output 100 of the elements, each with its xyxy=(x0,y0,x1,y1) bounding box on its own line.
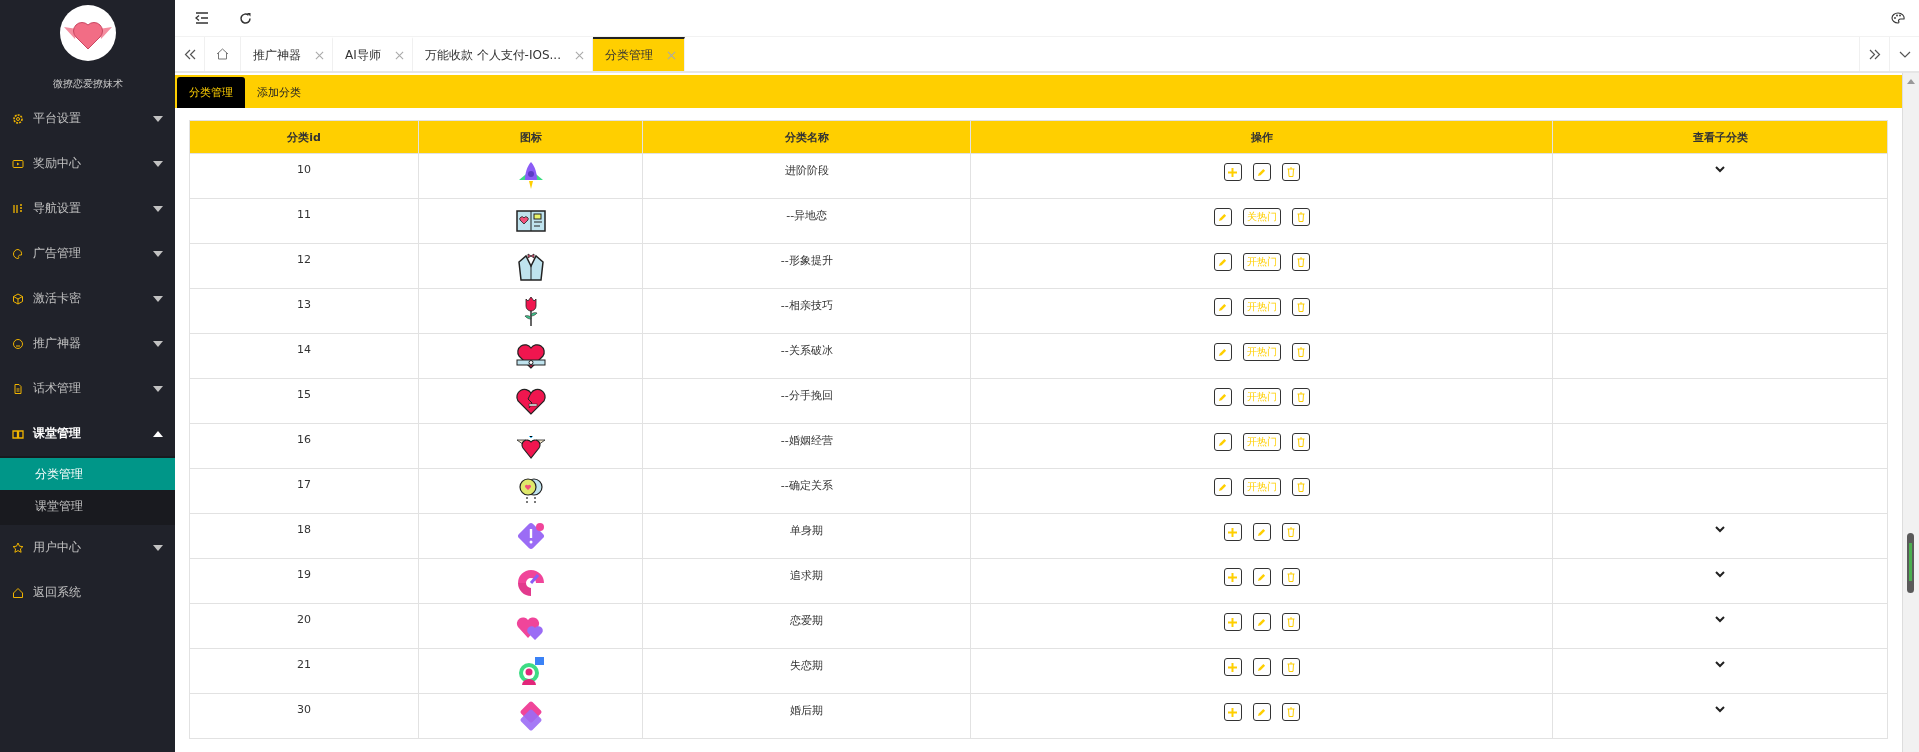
menu-item[interactable]: 用户中心 xyxy=(0,525,175,570)
pencil-icon xyxy=(1257,707,1267,717)
trash-icon xyxy=(1296,482,1305,492)
pencil-icon xyxy=(1257,617,1267,627)
submenu-item[interactable]: 分类管理 xyxy=(0,458,175,490)
table-cell-text: 13 xyxy=(296,297,313,311)
menu-item[interactable]: 广告管理 xyxy=(0,231,175,276)
table-cell-text: 12 xyxy=(296,252,313,266)
edit-button[interactable] xyxy=(1252,658,1271,676)
delete-button[interactable] xyxy=(1281,163,1300,181)
table-cell-text: 20 xyxy=(296,612,313,626)
edit-button[interactable] xyxy=(1252,163,1271,181)
delete-button[interactable] xyxy=(1281,658,1300,676)
trash-icon xyxy=(1296,212,1305,222)
add-button[interactable] xyxy=(1223,613,1242,631)
submenu-item[interactable]: 课堂管理 xyxy=(0,490,175,522)
pencil-icon xyxy=(1218,392,1228,402)
table-cell-text: 恋爱期 xyxy=(789,613,825,628)
plus-icon xyxy=(1228,707,1238,717)
trash-icon xyxy=(1286,662,1295,672)
edit-button[interactable] xyxy=(1213,388,1232,406)
menu-item[interactable]: 推广神器 xyxy=(0,321,175,366)
trash-icon xyxy=(1296,257,1305,267)
subtab[interactable]: 添加分类 xyxy=(245,77,313,108)
delete-button[interactable] xyxy=(1281,703,1300,721)
add-button[interactable] xyxy=(1223,703,1242,721)
table-cell-text: 16 xyxy=(296,432,313,446)
caret-icon xyxy=(153,295,163,302)
chevron-icon[interactable] xyxy=(1715,661,1726,668)
add-button[interactable] xyxy=(1223,163,1242,181)
edit-button[interactable] xyxy=(1213,433,1232,451)
trash-icon xyxy=(1296,347,1305,357)
table-cell-text: 追求期 xyxy=(789,568,825,583)
delete-button[interactable] xyxy=(1291,478,1310,496)
table-cell-text: 18 xyxy=(296,522,313,536)
add-button[interactable] xyxy=(1223,523,1242,541)
home-icon xyxy=(216,48,229,60)
table-cell-text: 30 xyxy=(296,702,313,716)
plus-icon xyxy=(1228,527,1238,537)
table-cell-text: 11 xyxy=(296,207,313,221)
delete-button[interactable] xyxy=(1281,613,1300,631)
delete-button[interactable] xyxy=(1291,343,1310,361)
plus-icon xyxy=(1228,617,1238,627)
menu-item[interactable]: 激活卡密 xyxy=(0,276,175,321)
menu-item[interactable]: 返回系统 xyxy=(0,570,175,615)
column-header: 分类名称 xyxy=(642,120,971,154)
delete-button[interactable] xyxy=(1291,298,1310,316)
pencil-icon xyxy=(1257,527,1267,537)
edit-button[interactable] xyxy=(1213,208,1232,226)
chevron-icon[interactable] xyxy=(1715,571,1726,578)
trash-icon xyxy=(1286,617,1295,627)
table-cell-text: 19 xyxy=(296,567,313,581)
smile-icon xyxy=(12,337,24,350)
pencil-icon xyxy=(1218,437,1228,447)
column-header: 图标 xyxy=(418,120,643,154)
menu-icon[interactable] xyxy=(195,12,209,24)
chevron-icon[interactable] xyxy=(1715,166,1726,173)
menu-item[interactable]: 平台设置 xyxy=(0,96,175,141)
edit-button[interactable] xyxy=(1213,298,1232,316)
table-cell-text: --确定关系 xyxy=(779,478,834,493)
delete-button[interactable] xyxy=(1291,433,1310,451)
brand-name: 微撩恋爱撩妹术 xyxy=(52,77,123,91)
table-cell-text: 15 xyxy=(296,387,313,401)
scroll-thumb[interactable] xyxy=(1907,533,1914,593)
menu-item[interactable]: 导航设置 xyxy=(0,186,175,231)
menu-item[interactable]: 话术管理 xyxy=(0,366,175,411)
chevron-icon[interactable] xyxy=(1715,706,1726,713)
edit-button[interactable] xyxy=(1252,613,1271,631)
palette-icon xyxy=(12,247,24,260)
book-icon xyxy=(12,427,24,440)
add-button[interactable] xyxy=(1223,568,1242,586)
logo xyxy=(59,5,116,61)
chevron-icon[interactable] xyxy=(1715,616,1726,623)
delete-button[interactable] xyxy=(1281,568,1300,586)
table-cell-text: 10 xyxy=(296,162,313,176)
menu-item[interactable]: 课堂管理 xyxy=(0,411,175,456)
edit-button[interactable] xyxy=(1252,523,1271,541)
home-icon xyxy=(12,586,24,599)
delete-button[interactable] xyxy=(1281,523,1300,541)
edit-button[interactable] xyxy=(1213,343,1232,361)
pencil-icon xyxy=(1218,302,1228,312)
cube-icon xyxy=(12,292,24,305)
scrollbar[interactable] xyxy=(1902,73,1919,752)
tab[interactable]: 分类管理 xyxy=(592,37,685,71)
edit-button[interactable] xyxy=(1252,568,1271,586)
palette-icon[interactable] xyxy=(1891,12,1905,24)
delete-button[interactable] xyxy=(1291,208,1310,226)
delete-button[interactable] xyxy=(1291,253,1310,271)
star-icon xyxy=(12,541,24,554)
edit-button[interactable] xyxy=(1213,478,1232,496)
edit-button[interactable] xyxy=(1252,703,1271,721)
delete-button[interactable] xyxy=(1291,388,1310,406)
add-button[interactable] xyxy=(1223,658,1242,676)
trash-icon xyxy=(1286,167,1295,177)
chevron-icon[interactable] xyxy=(1715,526,1726,533)
refresh-icon[interactable] xyxy=(239,11,252,25)
edit-button[interactable] xyxy=(1213,253,1232,271)
subtab[interactable]: 分类管理 xyxy=(177,77,245,108)
pencil-icon xyxy=(1218,347,1228,357)
menu-item[interactable]: 奖励中心 xyxy=(0,141,175,186)
